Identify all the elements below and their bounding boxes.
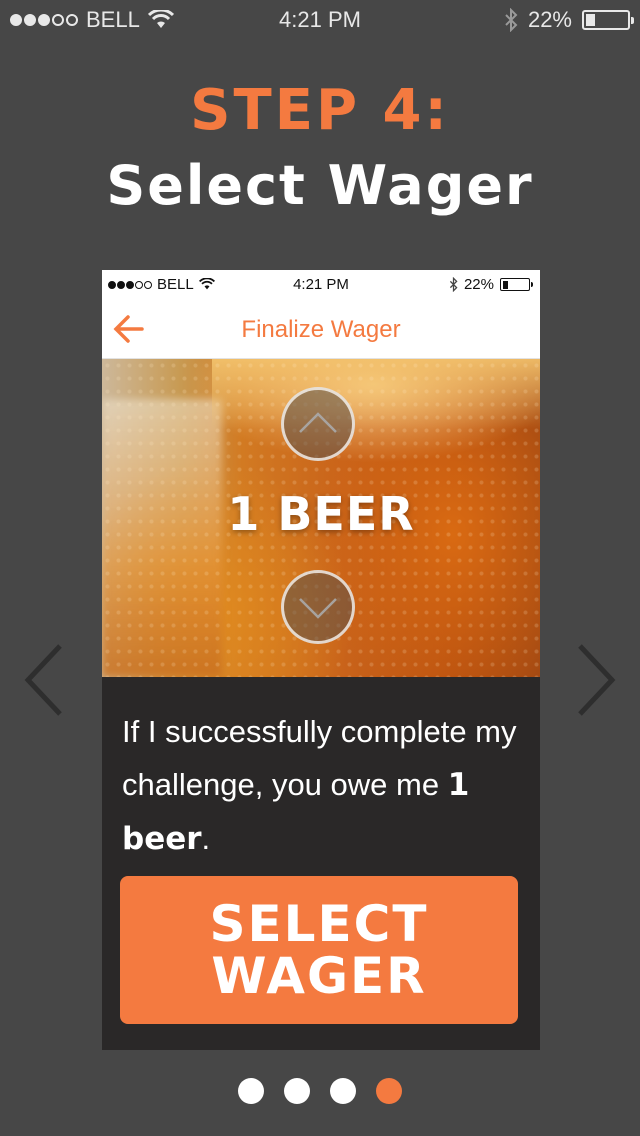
chevron-up-icon bbox=[299, 412, 337, 433]
wager-description: If I successfully complete my challenge,… bbox=[102, 677, 540, 866]
battery-icon bbox=[582, 10, 634, 30]
chevron-down-icon bbox=[299, 598, 337, 619]
increase-wager-button[interactable] bbox=[281, 387, 355, 461]
nav-title: Finalize Wager bbox=[241, 316, 401, 343]
decrease-wager-button[interactable] bbox=[281, 570, 355, 644]
beer-image: 1 BEER bbox=[102, 359, 540, 677]
phone-preview: BELL 4:21 PM 22% Finalize Wager 1 BEER I… bbox=[102, 270, 540, 1050]
chevron-left-icon bbox=[24, 644, 62, 716]
inner-battery-percent: 22% bbox=[463, 276, 494, 293]
bluetooth-icon bbox=[505, 8, 518, 32]
page-dot-2[interactable] bbox=[284, 1078, 310, 1104]
carousel-prev-button[interactable] bbox=[20, 640, 70, 720]
step-label: STEP 4: bbox=[190, 78, 450, 143]
page-indicator bbox=[0, 1078, 640, 1104]
wager-amount: 1 BEER bbox=[227, 487, 415, 541]
battery-percent: 22% bbox=[527, 7, 572, 32]
inner-bluetooth-icon bbox=[449, 277, 458, 292]
select-wager-button[interactable]: SELECT WAGER bbox=[120, 876, 518, 1024]
navigation-bar: Finalize Wager bbox=[102, 300, 540, 359]
carousel-next-button[interactable] bbox=[570, 640, 620, 720]
page-title: Select Wager bbox=[106, 154, 534, 217]
inner-battery-icon bbox=[500, 278, 533, 291]
status-bar: BELL 4:21 PM 22% bbox=[0, 0, 640, 40]
page-dot-4[interactable] bbox=[376, 1078, 402, 1104]
chevron-right-icon bbox=[578, 644, 616, 716]
inner-status-bar: BELL 4:21 PM 22% bbox=[102, 270, 540, 300]
page-dot-1[interactable] bbox=[238, 1078, 264, 1104]
page-dot-3[interactable] bbox=[330, 1078, 356, 1104]
description-suffix: . bbox=[201, 821, 211, 856]
